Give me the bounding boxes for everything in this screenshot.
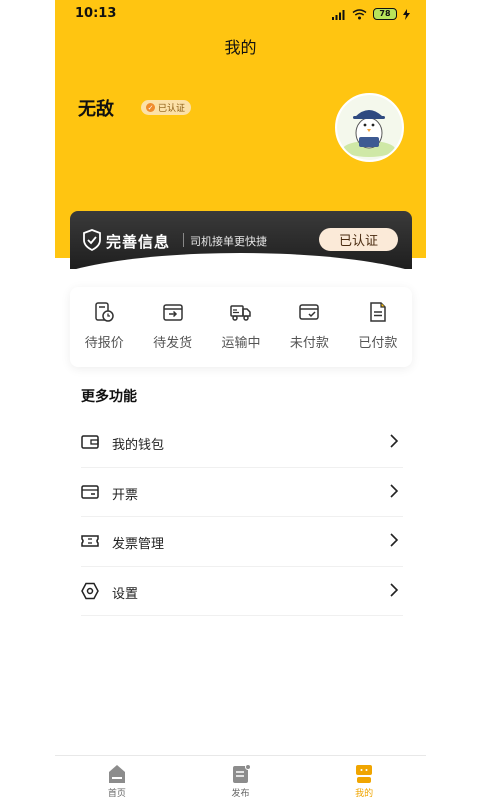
chevron-right-icon	[390, 483, 399, 498]
order-label: 已付款	[358, 336, 398, 351]
truck-icon	[230, 305, 251, 321]
menu-item-label: 设置	[112, 586, 139, 602]
user-name: 无敌	[78, 99, 114, 120]
promo-title: 完善信息	[106, 233, 171, 251]
profile-icon	[356, 765, 373, 783]
bottom-tabbar: 首页 发布 我的	[55, 755, 426, 800]
order-unpaid[interactable]: 未付款	[275, 287, 343, 367]
avatar-illustration	[337, 95, 402, 160]
order-label: 待报价	[84, 336, 124, 351]
status-bar: 10:13 78	[55, 0, 426, 28]
wallet-icon	[81, 435, 99, 449]
more-features-list: 我的钱包 开票 发票管理 设置	[81, 418, 403, 616]
tab-label: 首页	[107, 789, 126, 799]
status-time: 10:13	[75, 6, 117, 21]
tab-publish[interactable]: 发布	[179, 756, 303, 800]
ticket-icon	[81, 535, 99, 547]
verified-button[interactable]: 已认证	[319, 228, 398, 251]
order-label: 待发货	[153, 336, 193, 351]
promo-divider	[183, 233, 184, 247]
signal-icon	[332, 9, 345, 20]
page-title: 我的	[224, 38, 257, 57]
order-paid[interactable]: 已付款	[344, 287, 412, 367]
verified-badge: ✓ 已认证	[141, 100, 192, 115]
pending-quote-icon	[95, 302, 114, 322]
more-features-title: 更多功能	[81, 389, 137, 405]
order-pending-quote[interactable]: 待报价	[70, 287, 138, 367]
menu-item-invoice-management[interactable]: 发票管理	[81, 517, 403, 567]
order-status-card: 待报价 待发货 运输中 未付款 已付款	[70, 287, 412, 367]
order-label: 运输中	[221, 336, 261, 351]
chevron-right-icon	[390, 434, 399, 448]
chevron-right-icon	[390, 582, 399, 597]
status-icons: 78	[332, 6, 410, 22]
pending-ship-icon	[162, 304, 183, 321]
check-icon: ✓	[146, 103, 155, 112]
menu-item-wallet[interactable]: 我的钱包	[81, 418, 403, 468]
menu-item-label: 我的钱包	[112, 438, 165, 453]
unpaid-card-icon	[299, 304, 320, 320]
charging-bolt-icon	[403, 8, 410, 20]
chevron-right-icon	[390, 533, 399, 547]
tab-profile[interactable]: 我的	[302, 756, 426, 800]
profile-screen: 10:13 78 我的 无敌 ✓ 已认证 完善信息 司机接单更快捷 已认证 待报…	[55, 0, 426, 800]
tab-label: 发布	[231, 789, 250, 799]
verified-badge-label: 已认证	[158, 104, 186, 114]
wifi-icon	[352, 8, 367, 19]
menu-item-settings[interactable]: 设置	[81, 567, 403, 616]
order-label: 未付款	[289, 336, 329, 351]
promo-subtitle: 司机接单更快捷	[190, 235, 267, 248]
menu-item-label: 开票	[112, 487, 139, 503]
battery-indicator: 78	[373, 8, 397, 20]
order-pending-ship[interactable]: 待发货	[138, 287, 206, 367]
shield-check-icon	[83, 229, 101, 251]
menu-item-invoice[interactable]: 开票	[81, 468, 403, 517]
order-in-transit[interactable]: 运输中	[207, 287, 275, 367]
tab-home[interactable]: 首页	[55, 756, 179, 800]
paid-doc-icon	[370, 302, 386, 322]
publish-icon	[232, 764, 250, 783]
avatar[interactable]	[335, 93, 404, 162]
tab-label: 我的	[355, 789, 374, 799]
menu-item-label: 发票管理	[112, 537, 165, 552]
invoice-card-icon	[81, 484, 99, 499]
home-icon	[108, 765, 125, 783]
hexagon-settings-icon	[81, 582, 99, 599]
